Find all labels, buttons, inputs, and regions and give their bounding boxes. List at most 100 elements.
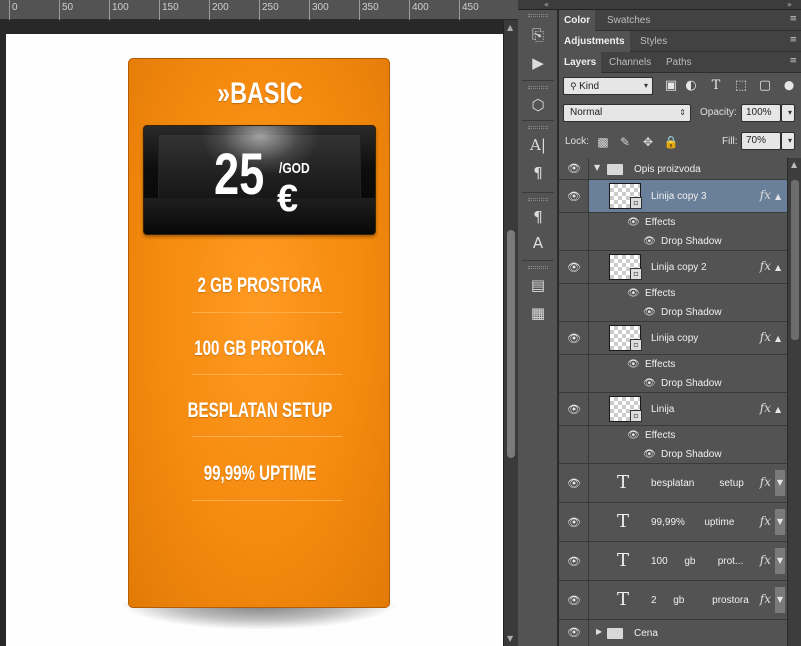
- panel-menu-icon[interactable]: ≡: [789, 14, 797, 24]
- eye-icon[interactable]: 👁: [627, 430, 640, 442]
- filter-pixel-icon[interactable]: ▣: [663, 78, 679, 94]
- filter-toggle-icon[interactable]: ⬤: [781, 78, 797, 94]
- eye-icon[interactable]: 👁: [567, 516, 581, 530]
- fill-input[interactable]: 70%: [741, 132, 781, 150]
- dock-grip[interactable]: [528, 126, 548, 129]
- eye-icon[interactable]: 👁: [643, 378, 656, 390]
- eye-icon[interactable]: 👁: [627, 217, 640, 229]
- panel-menu-icon[interactable]: ≡: [789, 56, 797, 66]
- fx-icon[interactable]: fx: [760, 330, 771, 344]
- filter-smart-icon[interactable]: ▢: [757, 78, 773, 94]
- history-icon[interactable]: ⎘: [526, 24, 550, 46]
- tab-swatches[interactable]: Swatches: [602, 10, 655, 31]
- paragraph-icon[interactable]: ¶: [526, 162, 550, 184]
- paragraph-styles-icon[interactable]: ¶: [526, 206, 550, 228]
- eye-icon[interactable]: 👁: [643, 307, 656, 319]
- fx-icon[interactable]: fx: [760, 514, 771, 528]
- layer-group-opis[interactable]: 👁 ▼ Opis proizvoda: [559, 158, 787, 180]
- tab-adjustments[interactable]: Adjustments: [559, 31, 630, 52]
- layer-group-cena[interactable]: 👁 ▶ Cena: [559, 620, 787, 646]
- fx-icon[interactable]: fx: [760, 475, 771, 489]
- effects-row[interactable]: 👁 Effects: [559, 426, 787, 445]
- layer-linija-copy-2[interactable]: 👁 ▫ Linija copy 2 fx ▲: [559, 251, 787, 284]
- eye-icon[interactable]: 👁: [643, 449, 656, 461]
- layer-linija-copy[interactable]: 👁 ▫ Linija copy fx ▲: [559, 322, 787, 355]
- lock-position-icon[interactable]: ✥: [640, 134, 656, 150]
- tab-color[interactable]: Color: [559, 10, 596, 31]
- character-icon[interactable]: A|: [526, 134, 550, 156]
- expand-right-icon[interactable]: »: [787, 0, 792, 9]
- opacity-dropdown[interactable]: ▾: [781, 104, 795, 122]
- layers-scrollbar[interactable]: ▲: [787, 158, 801, 646]
- drop-shadow-row[interactable]: 👁 Drop Shadow: [559, 232, 787, 251]
- chevron-down-icon[interactable]: ▼: [775, 509, 785, 535]
- eye-icon[interactable]: 👁: [567, 594, 581, 608]
- tab-layers[interactable]: Layers: [559, 52, 602, 73]
- chevron-up-icon[interactable]: ▲: [775, 405, 785, 414]
- blend-mode-select[interactable]: Normal ⇕: [563, 104, 691, 122]
- chevron-down-icon[interactable]: ▼: [594, 163, 600, 172]
- eye-icon[interactable]: 👁: [567, 332, 581, 346]
- chevron-down-icon[interactable]: ▼: [775, 587, 785, 613]
- effects-row[interactable]: 👁 Effects: [559, 355, 787, 374]
- eye-icon[interactable]: 👁: [567, 477, 581, 491]
- lock-all-icon[interactable]: 🔒: [663, 134, 679, 150]
- chevron-down-icon[interactable]: ▼: [775, 548, 785, 574]
- tab-paths[interactable]: Paths: [661, 52, 697, 73]
- panel-menu-icon[interactable]: ≡: [789, 35, 797, 45]
- dock-grip[interactable]: [528, 198, 548, 201]
- chevron-down-icon[interactable]: ▼: [775, 470, 785, 496]
- eye-icon[interactable]: 👁: [567, 261, 581, 275]
- fx-icon[interactable]: fx: [760, 188, 771, 202]
- drop-shadow-row[interactable]: 👁 Drop Shadow: [559, 445, 787, 464]
- tab-styles[interactable]: Styles: [635, 31, 672, 52]
- eye-icon[interactable]: 👁: [567, 190, 581, 204]
- eye-icon[interactable]: 👁: [567, 403, 581, 417]
- effects-row[interactable]: 👁 Effects: [559, 284, 787, 303]
- drop-shadow-row[interactable]: 👁 Drop Shadow: [559, 374, 787, 393]
- eye-icon[interactable]: 👁: [567, 626, 581, 640]
- 3d-icon[interactable]: ⬡: [526, 94, 550, 116]
- collapse-left-icon[interactable]: «: [544, 0, 549, 9]
- lock-transparent-icon[interactable]: ▩: [595, 134, 611, 150]
- layer-text-besplatan[interactable]: 👁 T besplatan setup fx ▼: [559, 464, 787, 503]
- chevron-right-icon[interactable]: ▶: [596, 627, 602, 636]
- chevron-up-icon[interactable]: ▲: [775, 334, 785, 343]
- scroll-down-icon[interactable]: ▼: [507, 634, 513, 643]
- properties-icon[interactable]: ▤: [526, 274, 550, 296]
- scroll-thumb[interactable]: [507, 230, 515, 458]
- filter-adjustment-icon[interactable]: ◐: [683, 78, 699, 94]
- filter-type-icon[interactable]: T: [708, 78, 724, 94]
- drop-shadow-row[interactable]: 👁 Drop Shadow: [559, 303, 787, 322]
- dock-grip[interactable]: [528, 266, 548, 269]
- chevron-up-icon[interactable]: ▲: [775, 192, 785, 201]
- eye-icon[interactable]: 👁: [627, 288, 640, 300]
- scroll-thumb[interactable]: [791, 180, 799, 340]
- fx-icon[interactable]: fx: [760, 553, 771, 567]
- layer-linija-copy-3[interactable]: 👁 ▫ Linija copy 3 fx ▲: [559, 180, 787, 213]
- notes-icon[interactable]: ▦: [526, 302, 550, 324]
- layer-text-uptime[interactable]: 👁 T 99,99% uptime fx ▼: [559, 503, 787, 542]
- filter-kind-select[interactable]: ⚲ Kind ▾: [563, 77, 653, 95]
- eye-icon[interactable]: 👁: [567, 162, 581, 176]
- canvas-vertical-scrollbar[interactable]: ▲ ▼: [503, 20, 518, 646]
- fx-icon[interactable]: fx: [760, 592, 771, 606]
- filter-shape-icon[interactable]: ⬚: [733, 78, 749, 94]
- lock-image-icon[interactable]: ✎: [617, 134, 633, 150]
- scroll-up-icon[interactable]: ▲: [507, 23, 513, 32]
- actions-play-icon[interactable]: ▶: [526, 52, 550, 74]
- tab-channels[interactable]: Channels: [604, 52, 656, 73]
- fill-dropdown[interactable]: ▾: [781, 132, 795, 150]
- eye-icon[interactable]: 👁: [627, 359, 640, 371]
- eye-icon[interactable]: 👁: [643, 236, 656, 248]
- character-styles-icon[interactable]: A: [526, 232, 550, 254]
- chevron-up-icon[interactable]: ▲: [775, 263, 785, 272]
- dock-grip[interactable]: [528, 86, 548, 89]
- fx-icon[interactable]: fx: [760, 259, 771, 273]
- eye-icon[interactable]: 👁: [567, 555, 581, 569]
- effects-row[interactable]: 👁 Effects: [559, 213, 787, 232]
- fx-icon[interactable]: fx: [760, 401, 771, 415]
- opacity-input[interactable]: 100%: [741, 104, 781, 122]
- layer-linija[interactable]: 👁 ▫ Linija fx ▲: [559, 393, 787, 426]
- layer-text-prostora[interactable]: 👁 T 2 gb prostora fx ▼: [559, 581, 787, 620]
